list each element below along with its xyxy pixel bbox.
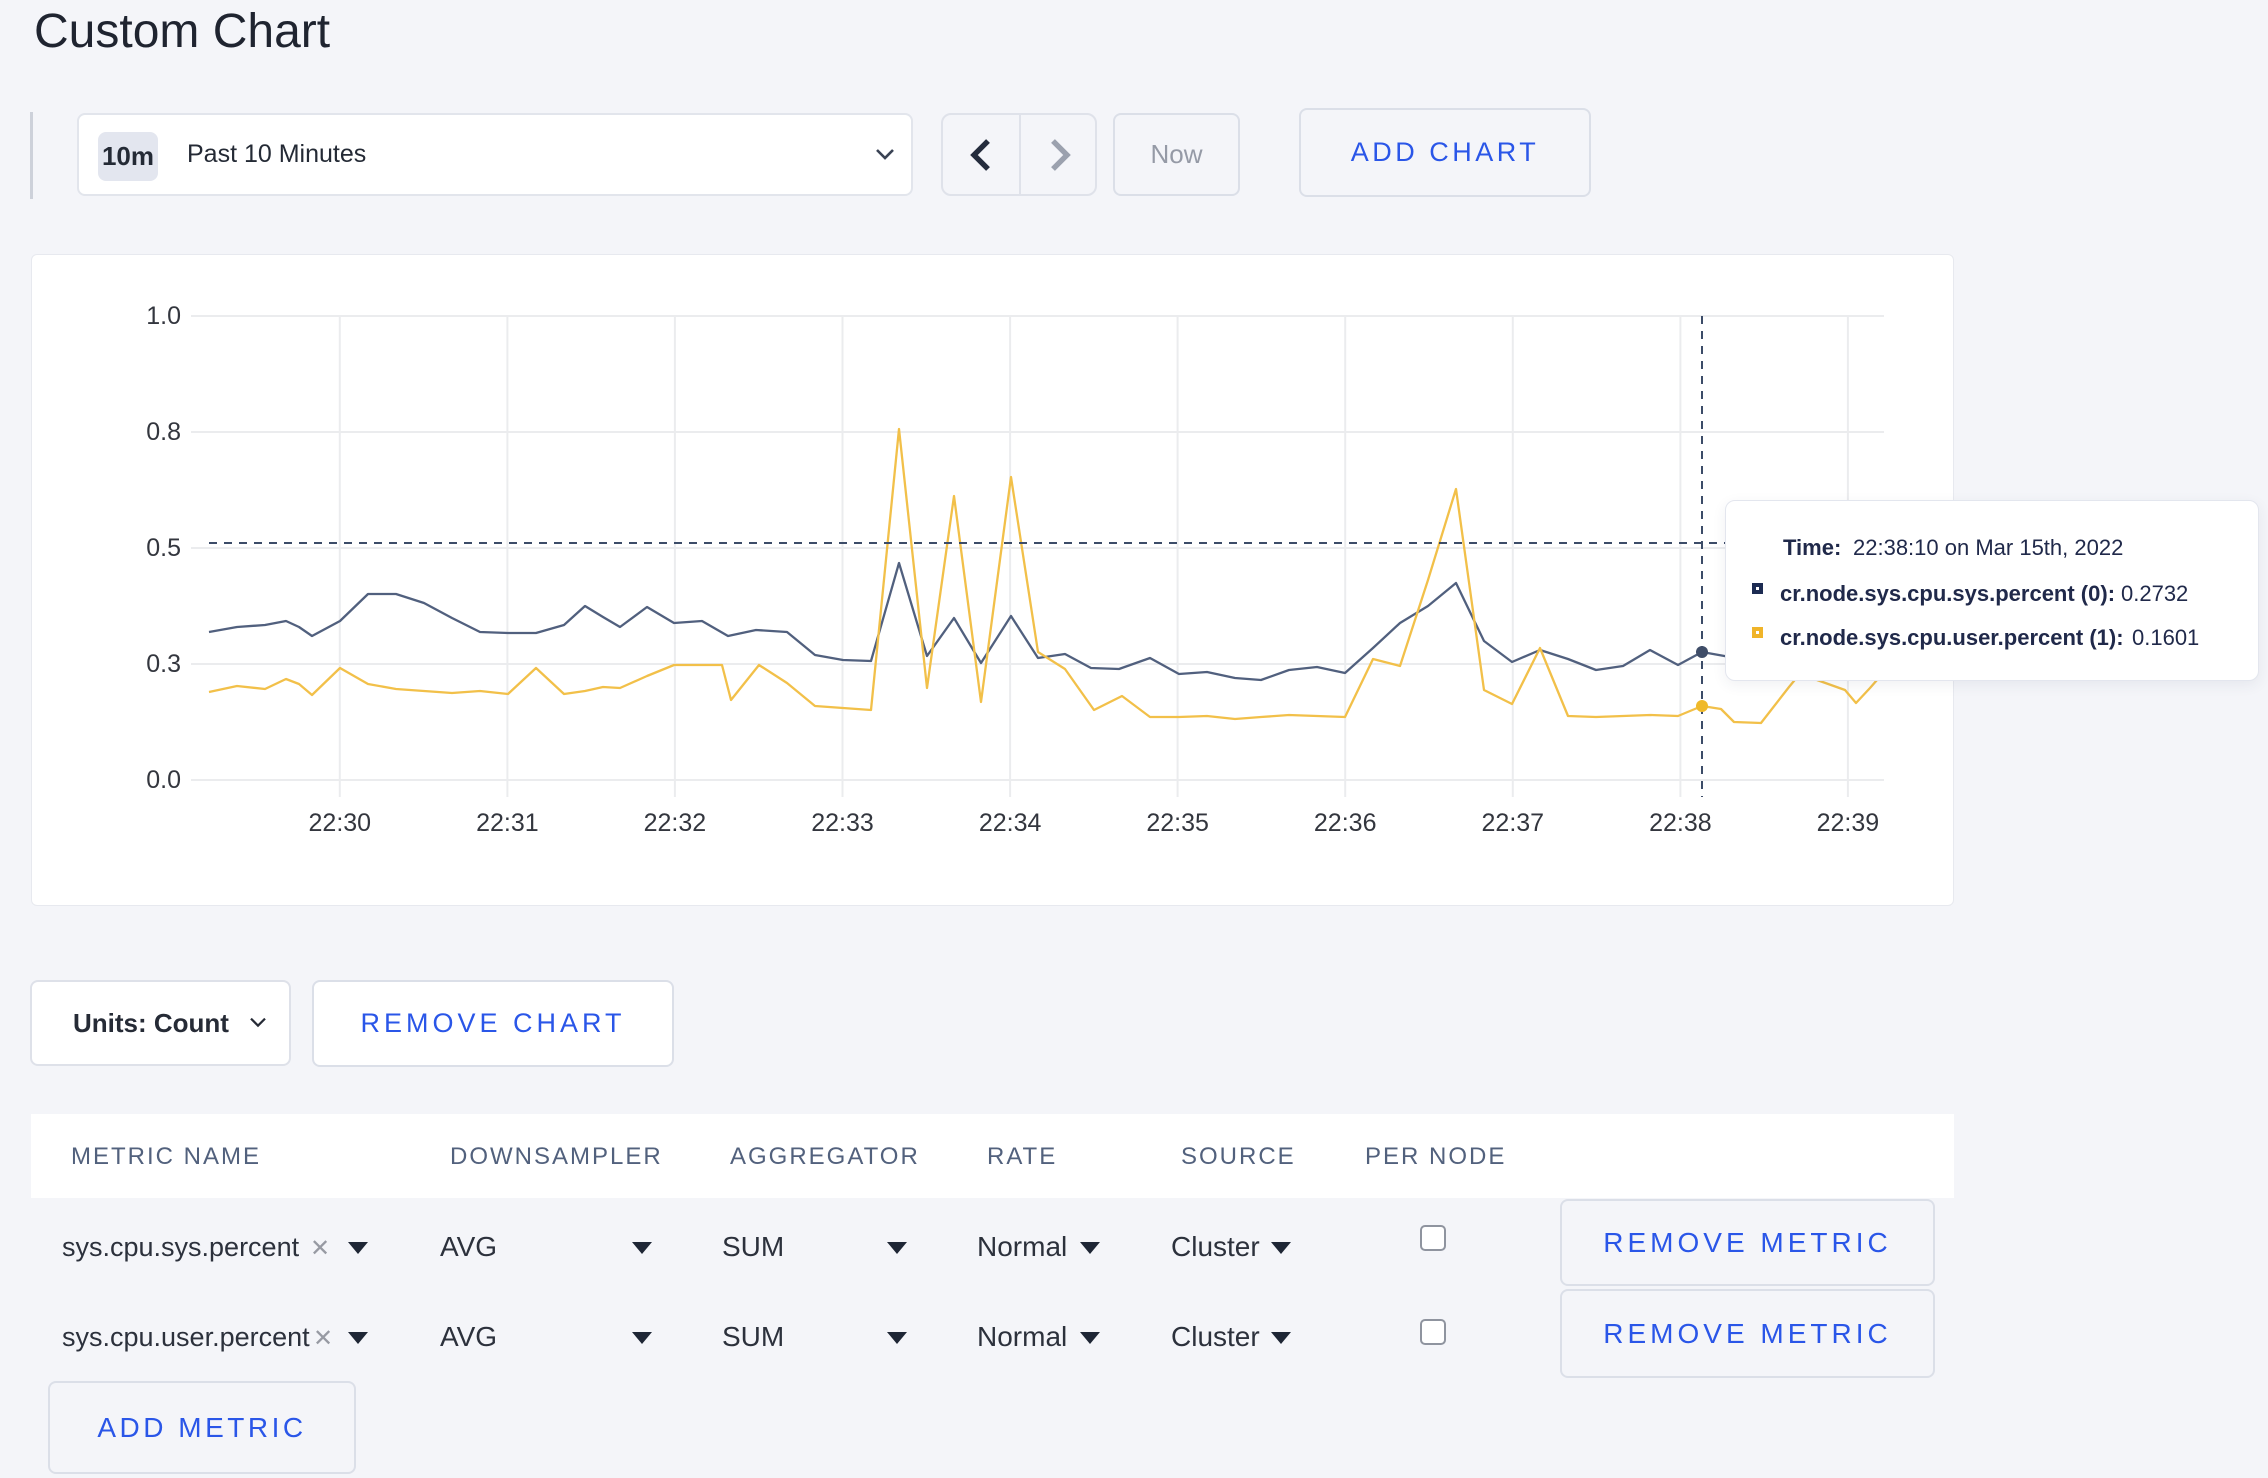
svg-text:0.8: 0.8 (146, 418, 181, 446)
svg-text:0.3: 0.3 (146, 650, 181, 678)
svg-text:22:35: 22:35 (1146, 809, 1209, 837)
svg-text:22:34: 22:34 (979, 809, 1042, 837)
svg-text:0.5: 0.5 (146, 534, 181, 562)
svg-text:22:36: 22:36 (1314, 809, 1377, 837)
svg-text:22:38: 22:38 (1649, 809, 1712, 837)
svg-text:22:39: 22:39 (1817, 809, 1880, 837)
svg-text:1.0: 1.0 (146, 302, 181, 330)
svg-text:22:31: 22:31 (476, 809, 539, 837)
svg-text:0.0: 0.0 (146, 766, 181, 794)
svg-text:22:37: 22:37 (1482, 809, 1545, 837)
svg-text:22:30: 22:30 (309, 809, 372, 837)
svg-text:22:32: 22:32 (644, 809, 707, 837)
svg-text:22:33: 22:33 (811, 809, 874, 837)
